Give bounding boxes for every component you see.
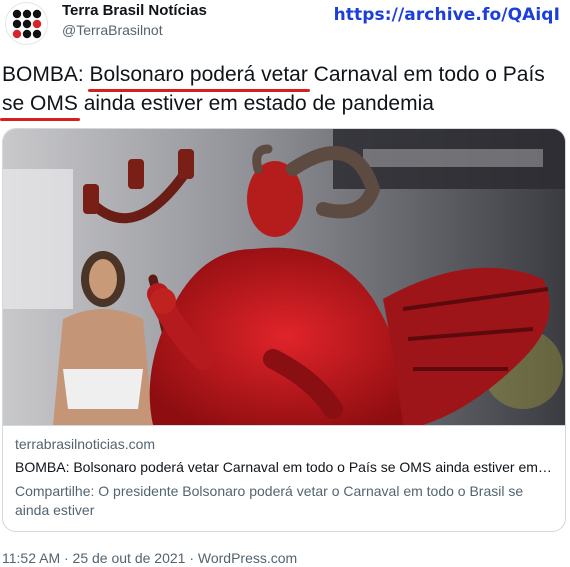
underlined-phrase: se OMS	[0, 89, 80, 121]
avatar[interactable]	[5, 2, 48, 45]
dot-grid-logo-icon	[12, 9, 41, 38]
card-meta[interactable]: terrabrasilnoticias.com BOMBA: Bolsonaro…	[3, 425, 565, 531]
tweet-text-part: Carnaval em todo o País	[307, 63, 545, 86]
link-card[interactable]: terrabrasilnoticias.com BOMBA: Bolsonaro…	[2, 128, 566, 532]
tweet-text-part: BOMBA:	[2, 63, 90, 86]
card-image[interactable]	[3, 129, 566, 425]
archive-link[interactable]: https://archive.fo/QAiqI	[334, 5, 560, 25]
tweet-text-part: ainda estiver em estado de pandemia	[77, 92, 434, 115]
card-title: BOMBA: Bolsonaro poderá vetar Carnaval e…	[15, 459, 555, 475]
display-name[interactable]: Terra Brasil Notícias	[62, 2, 207, 19]
tweet-timestamp[interactable]: 11:52 AM · 25 de out de 2021 · WordPress…	[2, 550, 297, 566]
underlined-phrase: Bolsonaro poderá vetar	[87, 60, 311, 92]
card-domain: terrabrasilnoticias.com	[15, 436, 156, 452]
card-description: Compartilhe: O presidente Bolsonaro pode…	[15, 483, 524, 518]
tweet-text: BOMBA: Bolsonaro poderá vetar Carnaval e…	[0, 60, 562, 121]
user-handle[interactable]: @TerraBrasilnot	[62, 22, 163, 38]
